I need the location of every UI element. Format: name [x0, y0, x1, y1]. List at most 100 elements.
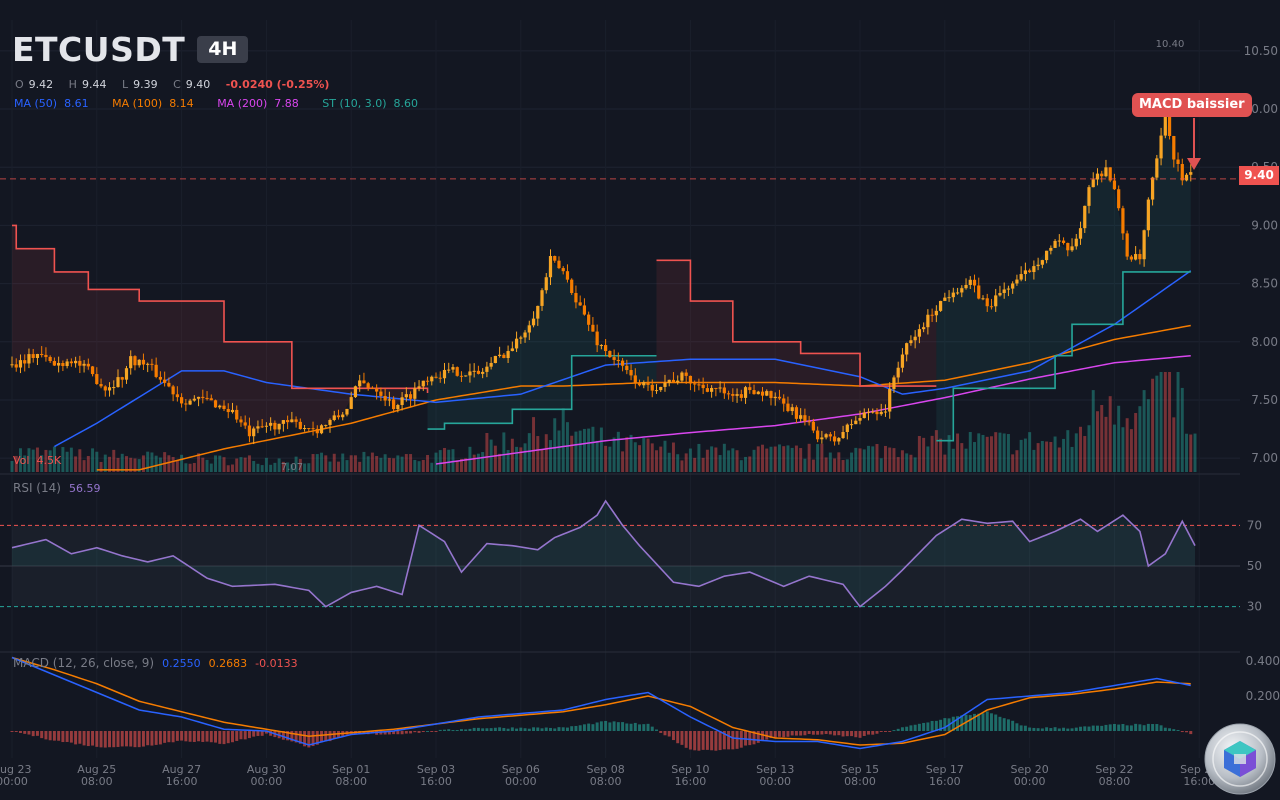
legend-ma50-value: 8.61 — [64, 97, 89, 110]
candle-body — [760, 391, 765, 396]
macd-histogram-bar — [14, 731, 18, 732]
timeframe-badge[interactable]: 4H — [197, 36, 249, 63]
time-axis-time: 08:00 — [335, 775, 367, 788]
candle-body — [752, 390, 756, 395]
legend-ma200[interactable]: MA (200) 7.88 — [217, 97, 299, 110]
macd-histogram-bar — [1176, 729, 1180, 731]
price-axis-tick: 7.50 — [1251, 393, 1278, 407]
macd-histogram-bar — [481, 728, 485, 731]
volume-bar — [680, 460, 684, 472]
candle-body — [994, 295, 998, 307]
chart-header: ETCUSDT 4H — [12, 30, 249, 69]
candle-body — [900, 354, 905, 368]
volume-bar — [260, 465, 264, 472]
legend-ma50[interactable]: MA (50) 8.61 — [14, 97, 89, 110]
macd-histogram-bar — [892, 730, 896, 732]
candle-body — [31, 354, 35, 358]
macd-histogram-bar — [1121, 724, 1125, 731]
macd-histogram-bar — [862, 731, 866, 736]
volume-bar — [472, 454, 476, 472]
volume-bar — [989, 436, 993, 472]
volume-bar — [78, 449, 82, 472]
candle-body — [510, 348, 514, 352]
candle-body — [493, 355, 497, 363]
volume-bar — [455, 460, 459, 472]
macd-histogram-bar — [91, 731, 95, 746]
macd-histogram-bar — [1045, 727, 1049, 731]
candle-body — [345, 408, 349, 415]
candle-body — [218, 405, 222, 408]
candle-body — [40, 353, 44, 355]
macd-histogram-bar — [1011, 720, 1015, 731]
candle-body — [985, 298, 989, 307]
macd-histogram-bar — [680, 731, 684, 745]
candle-body — [582, 305, 587, 315]
volume-bar — [328, 461, 332, 472]
macd-histogram-bar — [981, 713, 985, 731]
candle-body — [587, 314, 591, 325]
candle-body — [620, 360, 625, 366]
candle-body — [1040, 260, 1044, 265]
legend-supertrend[interactable]: ST (10, 3.0) 8.60 — [322, 97, 418, 110]
volume-bar — [434, 452, 438, 472]
close-label: C — [173, 78, 181, 91]
candle-body — [383, 395, 387, 401]
macd-histogram-bar — [633, 722, 637, 731]
time-axis-time: 00:00 — [251, 775, 283, 788]
candle-body — [167, 382, 171, 387]
volume-bar — [231, 464, 234, 472]
macd-histogram-bar — [27, 731, 31, 735]
candle-body — [336, 415, 341, 418]
candle-body — [498, 354, 502, 356]
candle-body — [103, 386, 107, 391]
volume-bar — [481, 452, 485, 472]
macd-histogram-bar — [1180, 731, 1184, 733]
macd-histogram-bar — [867, 731, 870, 735]
candle-body — [57, 362, 61, 366]
macd-histogram-bar — [828, 731, 832, 735]
candle-body — [803, 415, 807, 422]
macd-histogram-bar — [506, 728, 510, 731]
candle-body — [358, 380, 362, 387]
volume-bar — [1002, 433, 1006, 472]
volume-bar — [854, 447, 858, 472]
macd-histogram-bar — [731, 731, 735, 750]
candle-body — [392, 399, 396, 410]
candle-body — [481, 371, 485, 374]
macd-axis-tick: 0.400 — [1246, 654, 1280, 668]
legend-ma200-value: 7.88 — [274, 97, 299, 110]
macd-histogram-bar — [82, 731, 86, 746]
candle-body — [1180, 163, 1184, 181]
candle-body — [1159, 135, 1163, 159]
volume-bar — [218, 455, 222, 472]
candle-body — [866, 411, 871, 413]
volume-bar — [269, 464, 273, 472]
chart-canvas[interactable]: 7.007.508.008.509.009.5010.0010.50305070… — [0, 0, 1280, 800]
macd-histogram-bar — [1002, 718, 1006, 731]
macd-histogram-bar — [803, 731, 807, 736]
macd-histogram-bar — [1083, 726, 1087, 731]
candle-body — [523, 332, 527, 338]
candle-body — [438, 377, 442, 379]
candle-body — [472, 370, 476, 372]
volume-bar — [91, 448, 95, 472]
candle-body — [934, 310, 938, 316]
volume-bar — [909, 454, 913, 472]
candle-body — [714, 387, 718, 389]
macd-histogram-bar — [116, 731, 120, 747]
macd-histogram-bar — [1159, 725, 1163, 731]
macd-histogram-bar — [697, 731, 701, 751]
macd-histogram-bar — [883, 731, 887, 732]
volume-bar — [451, 449, 455, 472]
time-axis-time: 16:00 — [675, 775, 707, 788]
volume-bar — [816, 444, 820, 472]
volume-bar — [875, 444, 879, 472]
macd-histogram-bar — [570, 726, 574, 731]
macd-histogram-bar — [413, 731, 417, 733]
legend-ma100[interactable]: MA (100) 8.14 — [112, 97, 194, 110]
candle-body — [514, 338, 519, 349]
macd-histogram-bar — [688, 731, 692, 750]
macd-histogram-bar — [226, 731, 230, 744]
volume-bar — [922, 437, 926, 472]
macd-histogram-bar — [10, 731, 14, 732]
